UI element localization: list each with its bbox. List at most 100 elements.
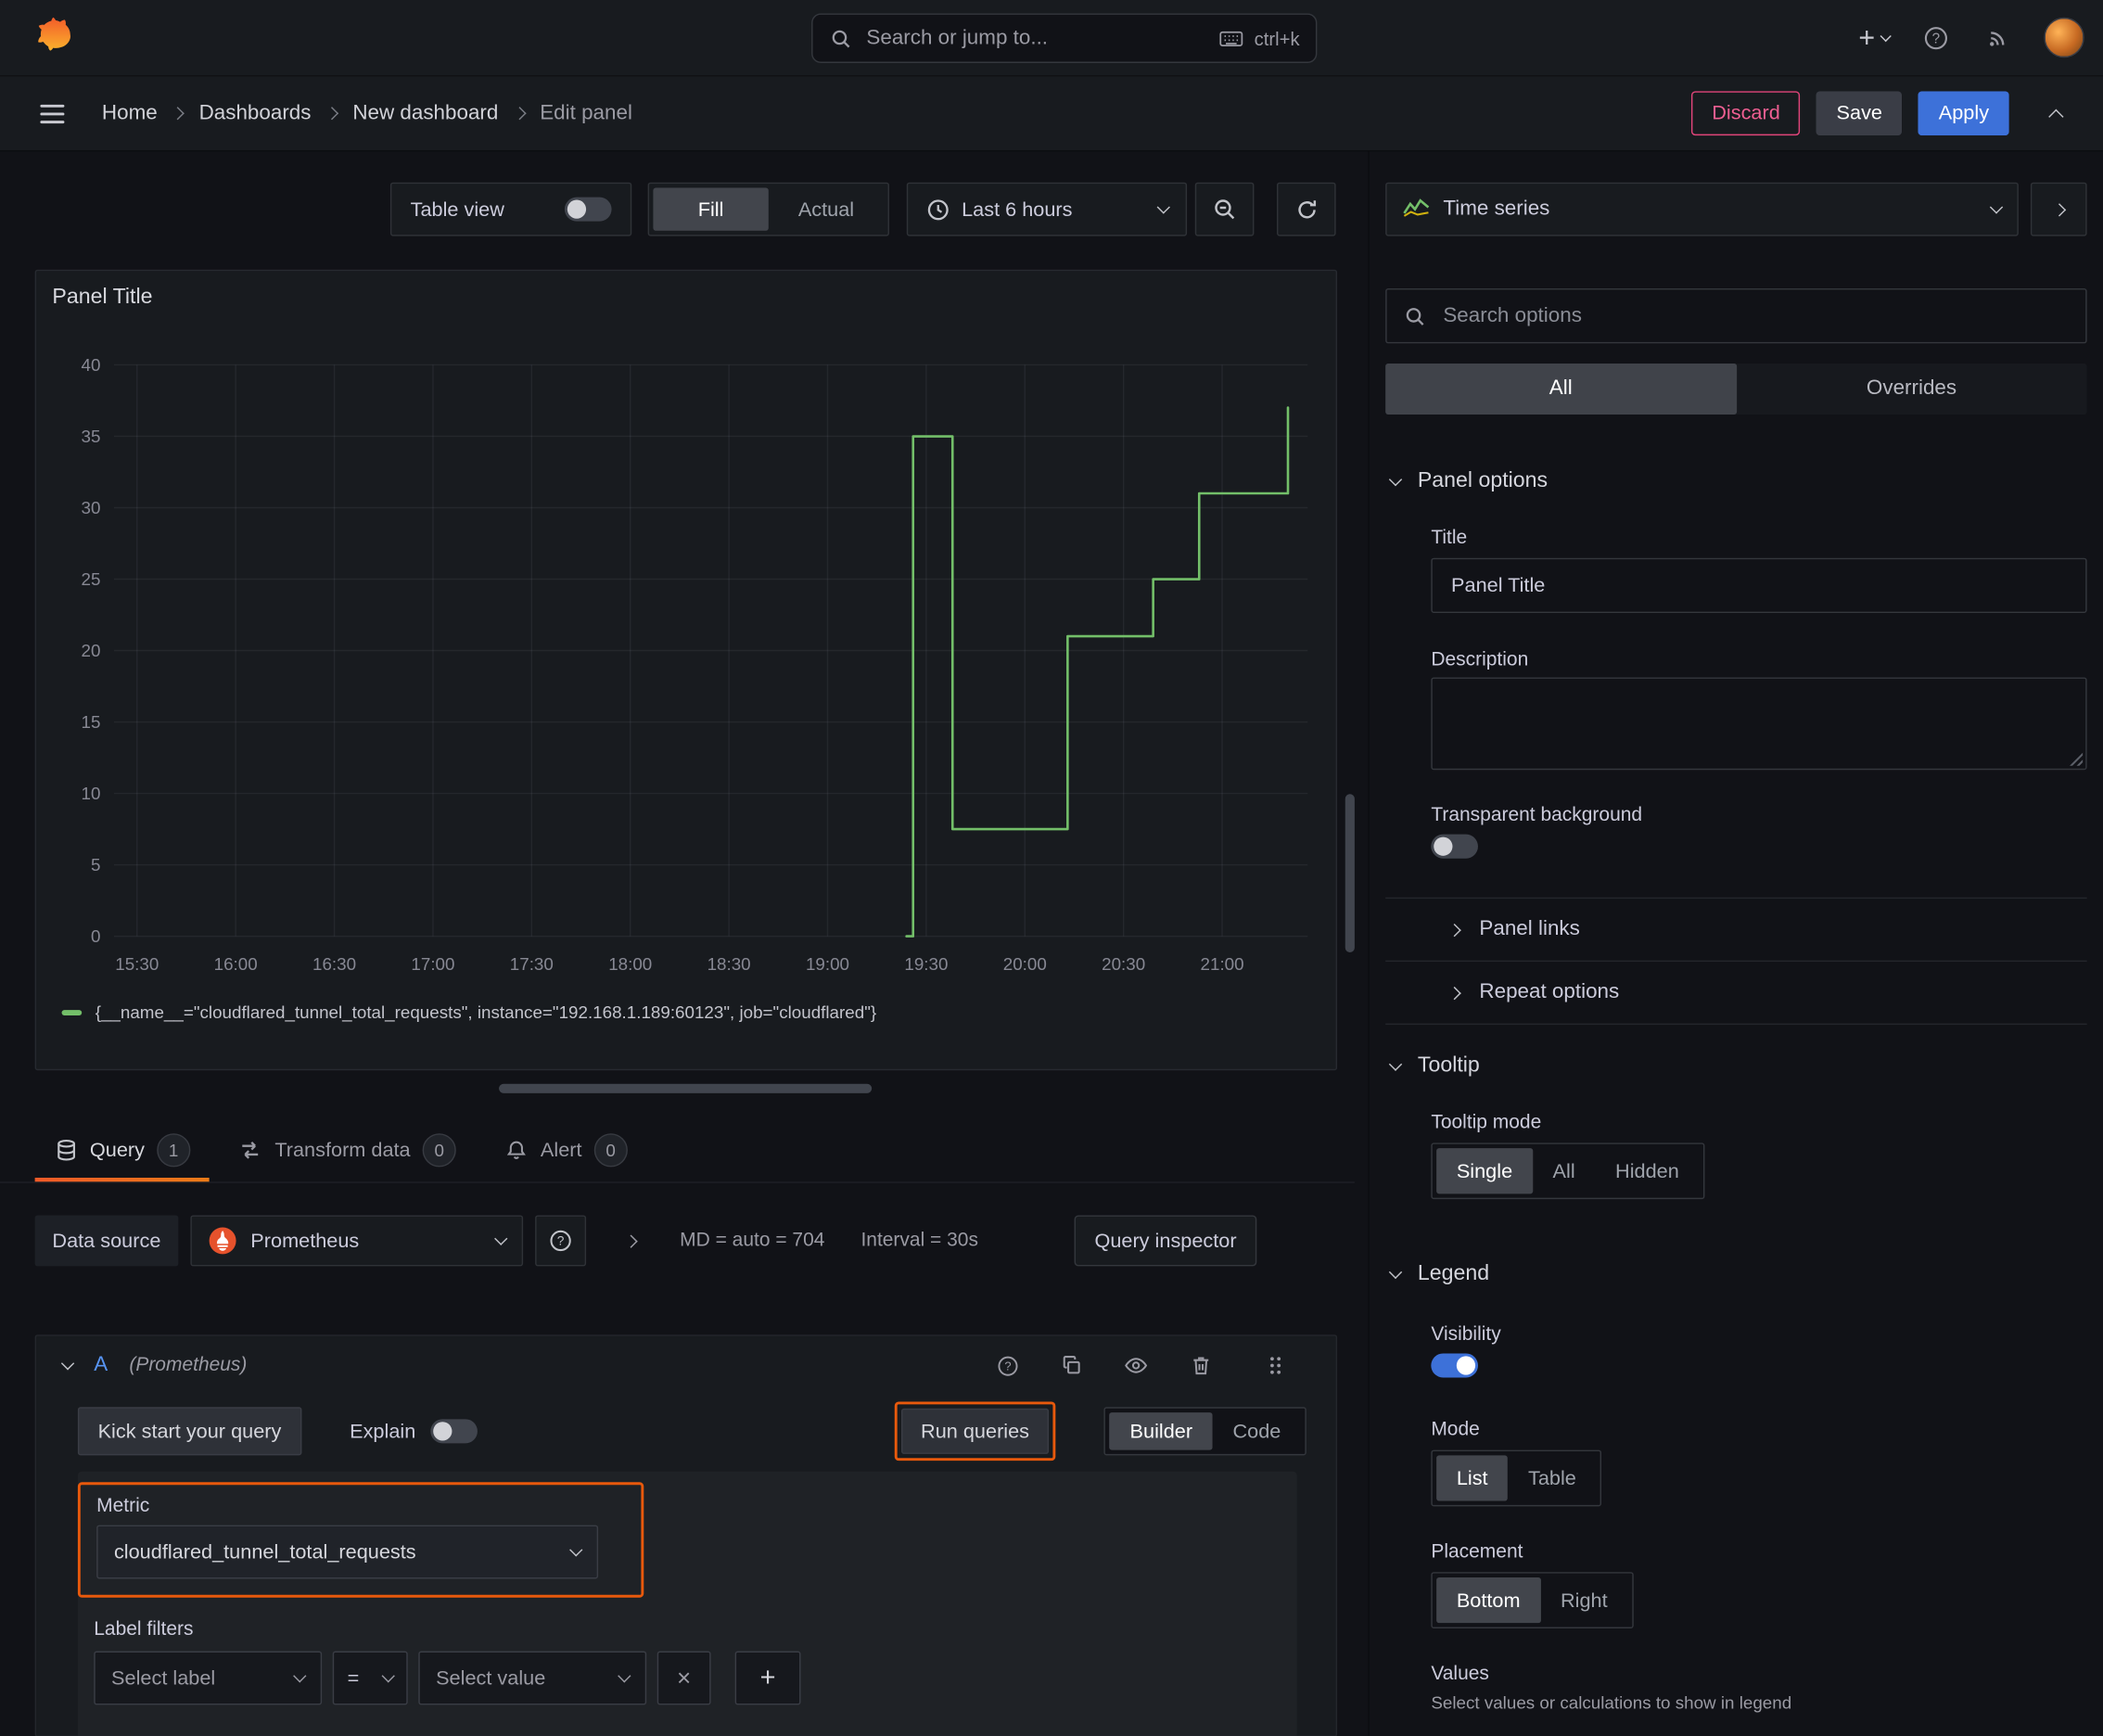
repeat-options-row[interactable]: Repeat options: [1385, 960, 2087, 1024]
legend-values-hint: Select values or calculations to show in…: [1431, 1692, 1792, 1714]
breadcrumb-separator-icon: [172, 107, 185, 121]
metric-select[interactable]: cloudflared_tunnel_total_requests: [96, 1525, 599, 1579]
chevron-down-icon: [618, 1669, 631, 1683]
datasource-picker[interactable]: Prometheus: [190, 1215, 523, 1267]
panel-description-textarea[interactable]: [1432, 678, 2086, 769]
menu-hamburger-icon[interactable]: [40, 98, 65, 128]
legend-mode-table[interactable]: Table: [1508, 1455, 1596, 1500]
user-avatar[interactable]: [2044, 17, 2084, 58]
breadcrumb-home[interactable]: Home: [102, 101, 158, 125]
zoom-out-button[interactable]: [1194, 182, 1255, 236]
query-row-header[interactable]: A (Prometheus) ?: [36, 1336, 1336, 1396]
label-filters-label: Label filters: [94, 1618, 194, 1640]
help-icon[interactable]: ?: [1918, 20, 1953, 56]
remove-filter-button[interactable]: ×: [656, 1651, 711, 1705]
global-search-input[interactable]: Search or jump to... ctrl+k: [811, 13, 1318, 63]
grafana-logo-icon[interactable]: [27, 13, 75, 61]
title-field-label: Title: [1431, 527, 1468, 549]
options-search-box[interactable]: [1385, 287, 2087, 344]
breadcrumb-dashboards[interactable]: Dashboards: [199, 101, 312, 125]
database-icon: [54, 1132, 78, 1168]
discard-button[interactable]: Discard: [1691, 91, 1801, 136]
chevron-down-icon: [569, 1543, 583, 1557]
datasource-name: Prometheus: [250, 1229, 360, 1253]
legend-placement-bottom[interactable]: Bottom: [1436, 1576, 1541, 1624]
options-search-input[interactable]: [1440, 302, 2070, 330]
refresh-button[interactable]: [1276, 182, 1336, 236]
svg-text:20:00: 20:00: [1003, 954, 1047, 974]
tab-alert[interactable]: Alert 0: [486, 1117, 646, 1181]
drag-handle-grip-icon[interactable]: [1258, 1348, 1294, 1384]
fill-option[interactable]: Fill: [653, 187, 769, 231]
time-series-chart[interactable]: 0 5 10 15 20 25 30 35 40 15:30 16:00 16:30 17:00 17:3…: [50, 343, 1323, 984]
legend-values-label: Values: [1431, 1663, 1489, 1685]
legend-section-header[interactable]: Legend: [1385, 1256, 2086, 1294]
tooltip-mode-single[interactable]: Single: [1436, 1148, 1533, 1194]
svg-text:?: ?: [557, 1234, 565, 1248]
table-view-toggle[interactable]: [564, 197, 612, 222]
legend-visibility-toggle[interactable]: [1431, 1353, 1478, 1378]
interval-summary: Interval = 30s: [860, 1230, 978, 1252]
save-button[interactable]: Save: [1816, 91, 1903, 136]
toggle-visibility-eye-icon[interactable]: [1118, 1348, 1153, 1384]
select-value-dropdown[interactable]: Select value: [418, 1651, 647, 1705]
panel-options-section-header[interactable]: Panel options: [1385, 463, 2086, 501]
tooltip-mode-all[interactable]: All: [1533, 1148, 1596, 1194]
editor-tabs: Query 1 Transform data 0 Alert 0: [0, 1117, 1355, 1183]
global-search-placeholder: Search or jump to...: [866, 26, 1049, 49]
delete-query-trash-icon[interactable]: [1183, 1348, 1218, 1384]
duplicate-query-icon[interactable]: [1054, 1348, 1090, 1384]
transparent-background-toggle[interactable]: [1431, 834, 1478, 859]
kick-start-query-button[interactable]: Kick start your query: [77, 1407, 302, 1456]
search-shortcut-hint: ctrl+k: [1254, 27, 1300, 49]
actual-option[interactable]: Actual: [769, 187, 884, 230]
fill-actual-switcher: Fill Actual: [647, 182, 889, 236]
query-collapse-icon[interactable]: [60, 1357, 75, 1371]
svg-text:19:00: 19:00: [806, 954, 849, 974]
toggle-viz-suggestions-button[interactable]: [2030, 182, 2087, 236]
svg-text:18:30: 18:30: [707, 954, 751, 974]
vertical-scrollbar-thumb[interactable]: [1345, 794, 1355, 952]
svg-text:17:30: 17:30: [510, 954, 554, 974]
query-ref-id[interactable]: A: [94, 1353, 108, 1377]
tab-transform-data[interactable]: Transform data 0: [220, 1117, 475, 1181]
breadcrumb-new-dashboard[interactable]: New dashboard: [352, 101, 498, 125]
legend-mode-list[interactable]: List: [1436, 1455, 1509, 1501]
select-label-dropdown[interactable]: Select label: [94, 1651, 323, 1705]
panel-title[interactable]: Panel Title: [52, 286, 152, 310]
panel-links-row[interactable]: Panel links: [1385, 897, 2087, 961]
breadcrumb: Home Dashboards New dashboard Edit panel: [102, 101, 632, 125]
query-inspector-button[interactable]: Query inspector: [1074, 1215, 1257, 1267]
panel-title-input[interactable]: [1448, 572, 2070, 599]
tab-query[interactable]: Query 1: [34, 1117, 210, 1182]
legend-series-label[interactable]: {__name__="cloudflared_tunnel_total_requ…: [96, 1002, 876, 1022]
svg-text:19:30: 19:30: [904, 954, 948, 974]
collapse-options-pane-icon[interactable]: [2039, 96, 2074, 131]
datasource-help-button[interactable]: ?: [534, 1215, 586, 1267]
run-queries-button[interactable]: Run queries: [900, 1408, 1050, 1454]
builder-option[interactable]: Builder: [1109, 1412, 1213, 1450]
apply-button[interactable]: Apply: [1918, 91, 2009, 136]
explain-toggle[interactable]: [430, 1419, 478, 1444]
time-range-picker[interactable]: Last 6 hours: [906, 182, 1188, 236]
legend-visibility-label: Visibility: [1431, 1323, 1501, 1346]
panel-links-label: Panel links: [1479, 917, 1580, 940]
tab-all-options[interactable]: All: [1385, 363, 1737, 415]
tab-overrides[interactable]: Overrides: [1736, 364, 2086, 415]
add-filter-button[interactable]: +: [734, 1651, 801, 1705]
chart-legend-item[interactable]: {__name__="cloudflared_tunnel_total_requ…: [61, 1002, 877, 1022]
query-options-expand-icon[interactable]: [614, 1223, 649, 1258]
legend-placement-right[interactable]: Right: [1540, 1577, 1627, 1623]
run-queries-highlight-box: Run queries: [894, 1401, 1056, 1462]
tooltip-section-header[interactable]: Tooltip: [1385, 1048, 2086, 1085]
news-rss-icon[interactable]: [1981, 20, 2016, 56]
query-help-icon[interactable]: ?: [989, 1348, 1025, 1384]
visualization-picker[interactable]: Time series: [1385, 182, 2019, 236]
clock-icon: [925, 192, 950, 227]
horizontal-scrollbar-thumb[interactable]: [499, 1083, 873, 1093]
code-option[interactable]: Code: [1213, 1412, 1301, 1450]
metric-label: Metric: [96, 1495, 150, 1517]
add-new-button[interactable]: +: [1858, 23, 1892, 52]
operator-dropdown[interactable]: =: [332, 1651, 408, 1705]
tooltip-mode-hidden[interactable]: Hidden: [1595, 1148, 1699, 1194]
